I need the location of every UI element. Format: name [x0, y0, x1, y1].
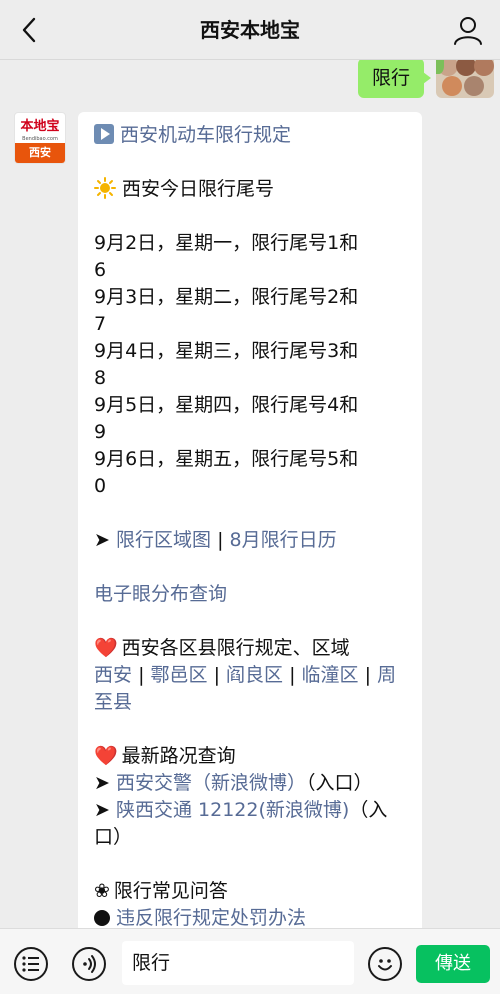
traffic-line-2: ➤ 陕西交通 12122(新浪微博)（入 — [94, 797, 406, 824]
chat-header: 西安本地宝 — [0, 0, 500, 60]
play-icon — [94, 124, 114, 144]
schedule-line: 9月4日，星期三，限行尾号3和 — [94, 340, 359, 362]
bot-avatar[interactable]: 本地宝 Bendibao.com 西安 — [14, 112, 66, 164]
entry-label-cont: 口） — [94, 826, 133, 848]
traffic-heading-line: ❤️ 最新路况查询 — [94, 743, 406, 770]
separator: | — [289, 664, 296, 686]
entry-label: （入 — [349, 799, 388, 821]
arrow-icon: ➤ — [94, 799, 110, 821]
district-link-zhouzhi-cont[interactable]: 至县 — [94, 689, 406, 716]
links-line: ➤ 限行区域图 | 8月限行日历 — [94, 527, 406, 554]
district-link-zhouzhi[interactable]: 周 — [377, 664, 396, 686]
today-heading: 西安今日限行尾号 — [122, 178, 275, 200]
schedule-line: 9月5日，星期四，限行尾号4和 — [94, 394, 359, 416]
schedule-line: 9月2日，星期一，限行尾号1和 — [94, 232, 359, 254]
area-map-link[interactable]: 限行区域图 — [116, 529, 211, 551]
emoji-button[interactable] — [368, 947, 402, 981]
chat-area[interactable]: 限行 本地宝 Bendibao.com 西安 西安机动车限行规定 西安今日限行尾… — [0, 60, 500, 928]
heart-icon: ❤️ — [94, 745, 118, 767]
send-button[interactable]: 傳送 — [416, 945, 490, 983]
schedule-line: 9月3日，星期二，限行尾号2和 — [94, 286, 359, 308]
message-input[interactable]: 限行 — [122, 941, 354, 985]
schedule-line: 7 — [94, 313, 107, 335]
schedule-line: 6 — [94, 259, 107, 281]
traffic-line-1: ➤ 西安交警（新浪微博）（入口） — [94, 770, 406, 797]
schedule-line: 0 — [94, 475, 107, 497]
district-link-yanliang[interactable]: 阎良区 — [226, 664, 283, 686]
traffic-heading: 最新路况查询 — [121, 745, 236, 767]
separator: | — [217, 529, 224, 551]
districts-heading-line: ❤️ 西安各区县限行规定、区域 — [94, 635, 406, 662]
avatar-city-label: 西安 — [15, 143, 65, 163]
voice-icon — [83, 955, 96, 973]
districts-links-line: 西安 | 鄠邑区 | 阎良区 | 临潼区 | 周 — [94, 662, 406, 689]
district-link-lintong[interactable]: 临潼区 — [302, 664, 359, 686]
faq-penalty-link[interactable]: 违反限行规定处罚办法 — [116, 907, 306, 928]
separator: | — [364, 664, 372, 686]
schedule-line: 9月6日，星期五，限行尾号5和 — [94, 448, 359, 470]
separator: | — [138, 664, 145, 686]
list-menu-icon — [22, 956, 39, 972]
avatar-logo-url: Bendibao.com — [22, 136, 58, 142]
flower-icon: ❀ — [94, 880, 110, 902]
faq-item-line: 违反限行规定处罚办法 — [94, 905, 406, 928]
bullet-icon — [94, 910, 110, 926]
sent-message-row: 限行 — [0, 60, 500, 100]
faq-heading-line: ❀ 限行常见问答 — [94, 878, 406, 905]
rules-link[interactable]: 西安机动车限行规定 — [120, 124, 291, 146]
arrow-icon: ➤ — [94, 772, 110, 794]
schedule-line: 8 — [94, 367, 107, 389]
schedule-line: 9 — [94, 421, 107, 443]
sent-message-bubble[interactable]: 限行 — [357, 60, 432, 98]
sun-icon — [94, 177, 116, 199]
today-heading-line: 西安今日限行尾号 — [94, 176, 406, 203]
entry-label: （入口） — [306, 772, 373, 794]
faq-heading: 限行常见问答 — [113, 880, 228, 902]
user-avatar[interactable] — [436, 60, 494, 98]
input-bar: 限行 傳送 — [0, 928, 500, 994]
avatar-logo-text: 本地宝 — [20, 119, 60, 134]
menu-button[interactable] — [14, 947, 48, 981]
district-link-huyi[interactable]: 鄠邑区 — [151, 664, 208, 686]
chat-title: 西安本地宝 — [200, 18, 300, 42]
smiley-icon — [378, 959, 392, 971]
districts-heading: 西安各区县限行规定、区域 — [121, 637, 350, 659]
separator: | — [213, 664, 220, 686]
xian-police-link[interactable]: 西安交警（新浪微博） — [116, 772, 306, 794]
person-icon — [454, 17, 482, 45]
rules-line: 西安机动车限行规定 — [94, 122, 406, 149]
arrow-icon: ➤ — [94, 529, 110, 551]
camera-link[interactable]: 电子眼分布查询 — [94, 581, 406, 608]
heart-icon: ❤️ — [94, 637, 118, 659]
shaanxi-traffic-link[interactable]: 陕西交通 12122(新浪微博) — [116, 799, 349, 821]
profile-button[interactable] — [452, 14, 484, 46]
calendar-link[interactable]: 8月限行日历 — [230, 529, 337, 551]
district-link-xian[interactable]: 西安 — [94, 664, 132, 686]
voice-button[interactable] — [72, 947, 106, 981]
bot-message-bubble: 西安机动车限行规定 西安今日限行尾号 9月2日，星期一，限行尾号1和 6 9月3… — [78, 112, 422, 928]
